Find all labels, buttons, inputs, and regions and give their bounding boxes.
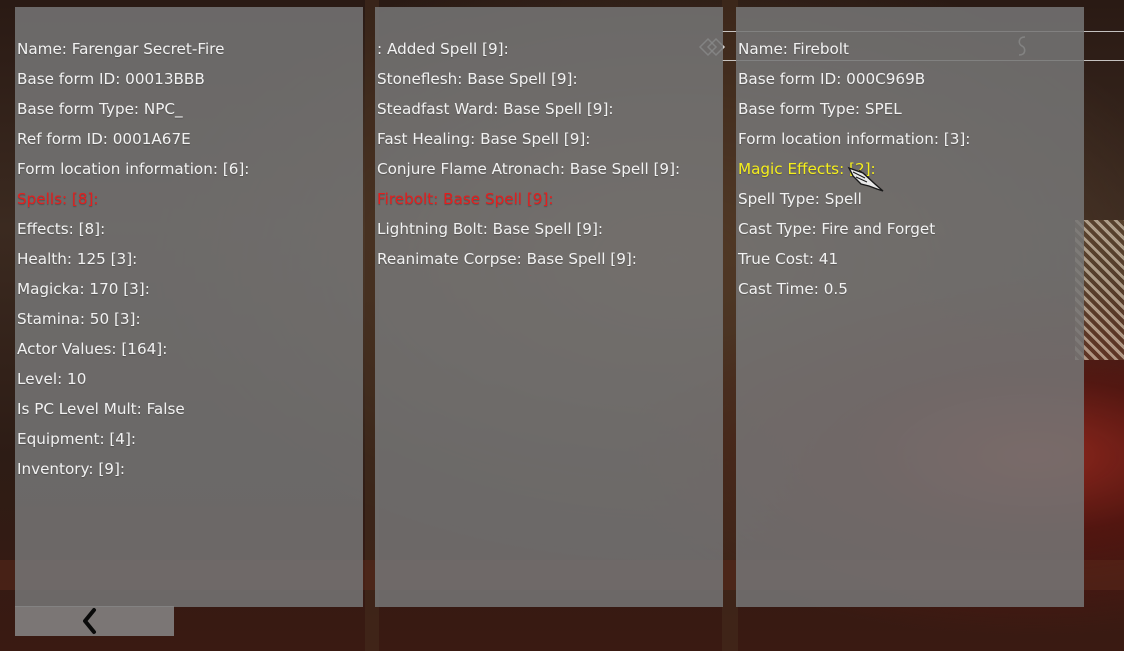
list-item[interactable]: Name: Firebolt xyxy=(736,38,1084,68)
list-item[interactable]: True Cost: 41 xyxy=(736,248,1084,278)
list-item[interactable]: : Added Spell [9]: xyxy=(375,38,723,68)
spells-list-panel: : Added Spell [9]: Stoneflesh: Base Spell… xyxy=(375,7,723,607)
list-item[interactable]: Reanimate Corpse: Base Spell [9]: xyxy=(375,248,723,278)
list-item[interactable]: Spells: [8]: xyxy=(15,188,363,218)
list-item[interactable]: Firebolt: Base Spell [9]: xyxy=(375,188,723,218)
list-item[interactable]: Base form Type: NPC_ xyxy=(15,98,363,128)
list-item[interactable]: Stamina: 50 [3]: xyxy=(15,308,363,338)
dragon-claw-cursor-icon xyxy=(847,166,884,192)
chevron-left-icon xyxy=(83,608,96,634)
list-item[interactable]: Steadfast Ward: Base Spell [9]: xyxy=(375,98,723,128)
list-item[interactable]: Inventory: [9]: xyxy=(15,458,363,488)
list-item[interactable]: Base form ID: 00013BBB xyxy=(15,68,363,98)
list-item[interactable]: Actor Values: [164]: xyxy=(15,338,363,368)
list-item[interactable]: Magicka: 170 [3]: xyxy=(15,278,363,308)
list-item[interactable]: Cast Time: 0.5 xyxy=(736,278,1084,308)
list-item[interactable]: Base form ID: 000C969B xyxy=(736,68,1084,98)
list-item[interactable]: Magic Effects: [2]: xyxy=(736,158,1084,188)
npc-record-panel: Name: Farengar Secret-Fire Base form ID: … xyxy=(15,7,363,607)
list-item[interactable]: Level: 10 xyxy=(15,368,363,398)
list-item[interactable]: Is PC Level Mult: False xyxy=(15,398,363,428)
list-item[interactable]: Ref form ID: 0001A67E xyxy=(15,128,363,158)
list-item[interactable]: Name: Farengar Secret-Fire xyxy=(15,38,363,68)
back-button[interactable] xyxy=(15,606,174,636)
list-item[interactable]: Fast Healing: Base Spell [9]: xyxy=(375,128,723,158)
list-item[interactable]: Cast Type: Fire and Forget xyxy=(736,218,1084,248)
list-item[interactable]: Effects: [8]: xyxy=(15,218,363,248)
spell-detail-panel: Name: Firebolt Base form ID: 000C969B Base… xyxy=(736,7,1084,607)
list-item[interactable]: Equipment: [4]: xyxy=(15,428,363,458)
list-item[interactable]: Health: 125 [3]: xyxy=(15,248,363,278)
list-item[interactable]: Form location information: [3]: xyxy=(736,128,1084,158)
list-item[interactable]: Conjure Flame Atronach: Base Spell [9]: xyxy=(375,158,723,188)
list-item[interactable]: Lightning Bolt: Base Spell [9]: xyxy=(375,218,723,248)
list-item[interactable]: Form location information: [6]: xyxy=(15,158,363,188)
list-item[interactable]: Spell Type: Spell xyxy=(736,188,1084,218)
list-item[interactable]: Base form Type: SPEL xyxy=(736,98,1084,128)
list-item[interactable]: Stoneflesh: Base Spell [9]: xyxy=(375,68,723,98)
